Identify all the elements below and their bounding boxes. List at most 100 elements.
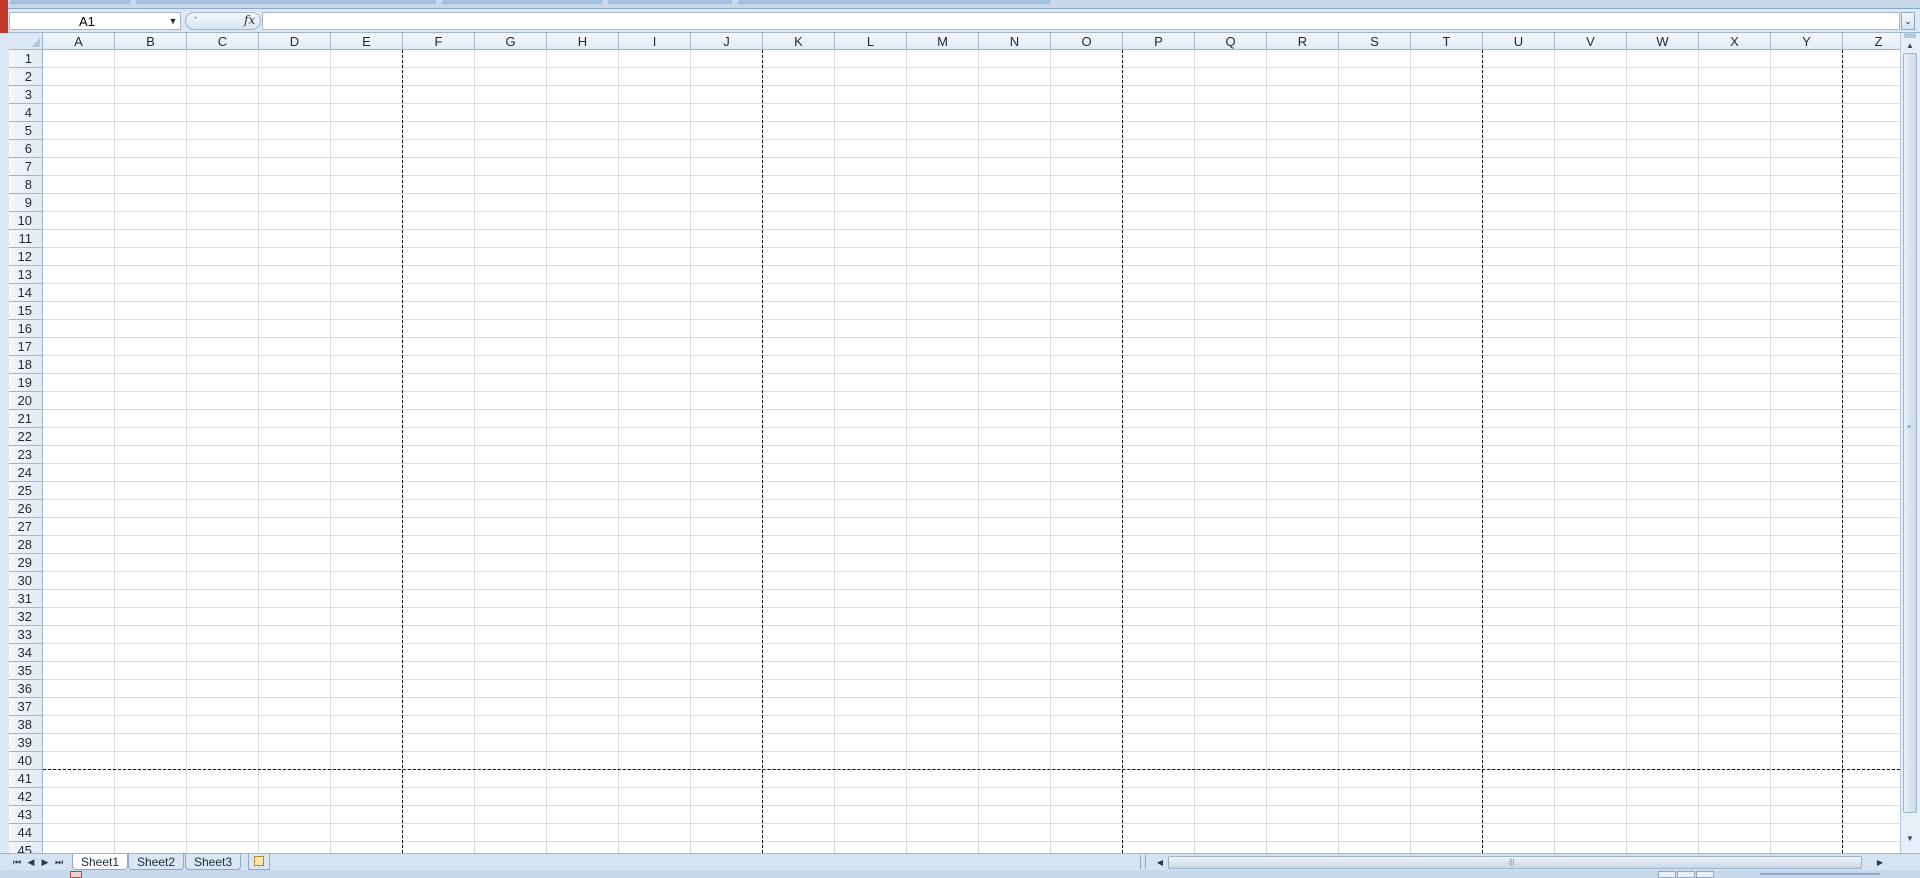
column-header-c[interactable]: C [187,33,259,50]
row-header-34[interactable]: 34 [9,644,43,662]
prev-sheet-icon[interactable]: ◀ [24,855,38,870]
insert-sheet-button[interactable] [248,854,270,870]
row-header-13[interactable]: 13 [9,266,43,284]
scroll-right-icon[interactable]: ▶ [1874,855,1886,870]
row-header-10[interactable]: 10 [9,212,43,230]
row-header-1[interactable]: 1 [9,50,43,68]
column-header-p[interactable]: P [1123,33,1195,50]
row-header-22[interactable]: 22 [9,428,43,446]
column-header-i[interactable]: I [619,33,691,50]
column-header-m[interactable]: M [907,33,979,50]
row-header-3[interactable]: 3 [9,86,43,104]
last-sheet-icon[interactable]: ⏭ [52,855,66,870]
name-box[interactable]: A1 ▼ [9,12,181,30]
row-header-38[interactable]: 38 [9,716,43,734]
first-sheet-icon[interactable]: ⏮ [10,855,24,870]
column-header-n[interactable]: N [979,33,1051,50]
column-header-e[interactable]: E [331,33,403,50]
expand-formula-bar-button[interactable]: ⌄ [1901,12,1915,30]
macro-record-icon[interactable] [70,871,82,878]
row-header-39[interactable]: 39 [9,734,43,752]
formula-cancel-icon[interactable]: ◔ [192,13,197,23]
row-header-15[interactable]: 15 [9,302,43,320]
select-all-button[interactable] [9,33,43,50]
row-header-11[interactable]: 11 [9,230,43,248]
tab-sheet3[interactable]: Sheet3 [185,854,242,870]
row-header-8[interactable]: 8 [9,176,43,194]
horizontal-scroll-thumb[interactable]: ||| [1168,856,1862,869]
column-header-d[interactable]: D [259,33,331,50]
scroll-down-icon[interactable]: ▼ [1903,833,1917,845]
column-header-f[interactable]: F [403,33,475,50]
zoom-slider[interactable] [1760,873,1880,875]
column-header-t[interactable]: T [1411,33,1483,50]
tab-sheet1[interactable]: Sheet1 [72,854,129,870]
row-header-35[interactable]: 35 [9,662,43,680]
row-header-16[interactable]: 16 [9,320,43,338]
scroll-left-icon[interactable]: ◀ [1154,855,1166,870]
row-header-29[interactable]: 29 [9,554,43,572]
row-header-45[interactable]: 45 [9,842,43,853]
row-header-20[interactable]: 20 [9,392,43,410]
row-header-27[interactable]: 27 [9,518,43,536]
cell-area[interactable] [43,50,1900,853]
row-header-17[interactable]: 17 [9,338,43,356]
row-header-19[interactable]: 19 [9,374,43,392]
row-header-41[interactable]: 41 [9,770,43,788]
column-header-h[interactable]: H [547,33,619,50]
scroll-up-icon[interactable]: ▲ [1903,40,1917,52]
row-header-14[interactable]: 14 [9,284,43,302]
column-header-a[interactable]: A [43,33,115,50]
row-header-9[interactable]: 9 [9,194,43,212]
horizontal-scrollbar[interactable]: ◀ ||| ▶ [1148,855,1896,870]
row-header-7[interactable]: 7 [9,158,43,176]
column-header-k[interactable]: K [763,33,835,50]
column-header-s[interactable]: S [1339,33,1411,50]
row-header-23[interactable]: 23 [9,446,43,464]
column-header-w[interactable]: W [1627,33,1699,50]
row-header-2[interactable]: 2 [9,68,43,86]
column-header-g[interactable]: G [475,33,547,50]
column-header-y[interactable]: Y [1771,33,1843,50]
row-header-18[interactable]: 18 [9,356,43,374]
row-header-32[interactable]: 32 [9,608,43,626]
column-header-q[interactable]: Q [1195,33,1267,50]
column-header-r[interactable]: R [1267,33,1339,50]
row-header-21[interactable]: 21 [9,410,43,428]
row-header-25[interactable]: 25 [9,482,43,500]
row-header-37[interactable]: 37 [9,698,43,716]
split-handle[interactable] [1904,33,1916,38]
row-header-36[interactable]: 36 [9,680,43,698]
row-header-40[interactable]: 40 [9,752,43,770]
page-break-view-button[interactable] [1696,871,1714,878]
tab-sheet2[interactable]: Sheet2 [128,854,185,870]
chevron-down-icon[interactable]: ▼ [168,16,178,26]
row-header-12[interactable]: 12 [9,248,43,266]
insert-function-icon[interactable]: fx [244,13,255,27]
row-header-28[interactable]: 28 [9,536,43,554]
column-header-l[interactable]: L [835,33,907,50]
normal-view-button[interactable] [1658,871,1676,878]
page-layout-view-button[interactable] [1677,871,1695,878]
row-header-33[interactable]: 33 [9,626,43,644]
row-header-43[interactable]: 43 [9,806,43,824]
column-header-j[interactable]: J [691,33,763,50]
row-header-31[interactable]: 31 [9,590,43,608]
column-header-b[interactable]: B [115,33,187,50]
column-header-u[interactable]: U [1483,33,1555,50]
row-header-30[interactable]: 30 [9,572,43,590]
tab-split-handle[interactable] [1140,855,1146,869]
row-header-6[interactable]: 6 [9,140,43,158]
row-header-44[interactable]: 44 [9,824,43,842]
column-header-v[interactable]: V [1555,33,1627,50]
row-header-24[interactable]: 24 [9,464,43,482]
column-header-z[interactable]: Z [1843,33,1900,50]
row-header-4[interactable]: 4 [9,104,43,122]
row-header-5[interactable]: 5 [9,122,43,140]
vertical-scrollbar[interactable]: ▲ ≡ ▼ [1900,33,1920,853]
column-header-o[interactable]: O [1051,33,1123,50]
row-header-26[interactable]: 26 [9,500,43,518]
column-header-x[interactable]: X [1699,33,1771,50]
next-sheet-icon[interactable]: ▶ [38,855,52,870]
row-header-42[interactable]: 42 [9,788,43,806]
